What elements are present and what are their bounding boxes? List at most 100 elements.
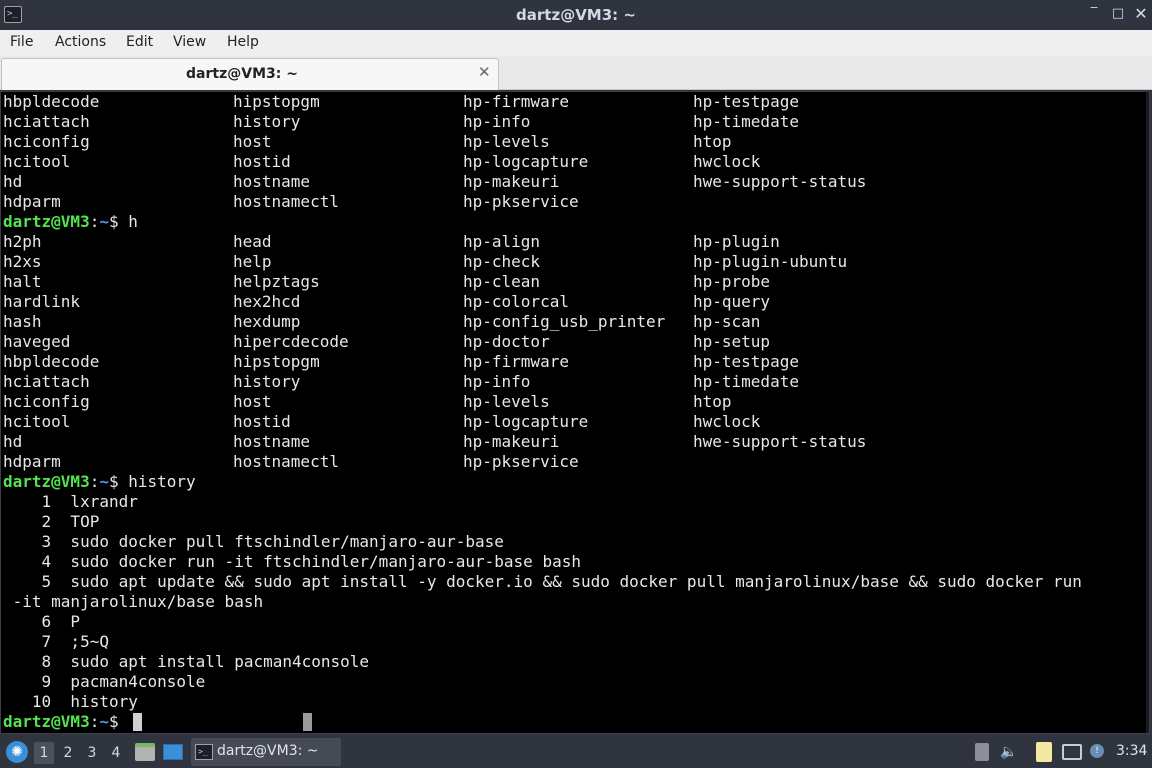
close-button[interactable]: ✕ <box>1131 4 1151 24</box>
menu-view[interactable]: View <box>173 34 206 50</box>
completion-item: hipercdecode <box>233 332 349 351</box>
completion-item: hd <box>3 432 23 451</box>
prompt-symbol: $ <box>108 712 129 731</box>
lubuntu-logo-icon[interactable]: ✺ <box>6 741 28 763</box>
completion-item: hd <box>3 172 23 191</box>
history-entry: 7 ;5~Q <box>3 632 109 651</box>
completion-item: hostname <box>233 172 311 191</box>
completion-item: hp-firmware <box>463 92 569 111</box>
completion-item: hp-timedate <box>693 112 799 131</box>
prompt-user: dartz@VM3 <box>3 712 90 731</box>
tab-label: dartz@VM3: ~ <box>186 66 298 82</box>
menu-bar: File Actions Edit View Help <box>0 30 1152 56</box>
history-entry: 2 TOP <box>3 512 100 531</box>
history-entry: 1 lxrandr <box>3 492 138 511</box>
completion-item: hp-colorcal <box>463 292 569 311</box>
minimize-button[interactable]: ‾ <box>1084 4 1104 24</box>
prompt-path: ~ <box>99 472 109 491</box>
terminal-output[interactable]: hbpldecode hipstopgm hp-firmware hp-testpag… <box>0 91 1150 734</box>
completion-item: hp-plugin <box>693 232 780 251</box>
task-label: dartz@VM3: ~ <box>217 743 319 759</box>
completion-item: htop <box>693 132 732 151</box>
completion-item: hcitool <box>3 412 71 431</box>
keyboard-icon[interactable] <box>975 743 989 761</box>
completion-item: hex2hcd <box>233 292 301 311</box>
notes-icon[interactable] <box>1036 742 1052 762</box>
network-icon[interactable] <box>1062 744 1082 760</box>
completion-item: head <box>233 232 272 251</box>
command-text: h <box>128 212 138 231</box>
completion-item: hwclock <box>693 152 761 171</box>
completion-item: hp-setup <box>693 332 771 351</box>
menu-file[interactable]: File <box>10 34 33 50</box>
completion-item: hbpldecode <box>3 352 100 371</box>
completion-item: hciconfig <box>3 132 90 151</box>
completion-item: hp-clean <box>463 272 541 291</box>
mouse-cursor-block <box>303 713 312 731</box>
completion-item: hp-check <box>463 252 541 271</box>
updates-icon[interactable]: ! <box>1090 744 1104 758</box>
menu-edit[interactable]: Edit <box>126 34 153 50</box>
show-desktop-icon[interactable] <box>163 744 183 760</box>
prompt-line: dartz@VM3:~$ <box>3 712 128 732</box>
file-manager-icon[interactable] <box>135 743 155 761</box>
window-title-bar: >_ dartz@VM3: ~ ‾ □ ✕ <box>0 0 1152 30</box>
completion-item: hp-query <box>693 292 771 311</box>
completion-item: hp-scan <box>693 312 761 331</box>
completion-item: hp-probe <box>693 272 771 291</box>
completion-item: hciconfig <box>3 392 90 411</box>
completion-item: hp-pkservice <box>463 192 579 211</box>
completion-item: halt <box>3 272 42 291</box>
completion-item: hostid <box>233 412 291 431</box>
taskbar-task-terminal[interactable]: >_ dartz@VM3: ~ <box>191 738 341 766</box>
completion-item: hbpldecode <box>3 92 100 111</box>
clock[interactable]: 3:34 <box>1116 743 1147 759</box>
tab-close-icon[interactable]: ✕ <box>478 63 491 81</box>
menu-actions[interactable]: Actions <box>55 34 106 50</box>
volume-icon[interactable]: 🔈 <box>1000 743 1018 761</box>
terminal-icon: >_ <box>195 744 213 760</box>
completion-item: host <box>233 132 272 151</box>
completion-item: hwe-support-status <box>693 172 867 191</box>
workspace-3[interactable]: 3 <box>82 742 102 764</box>
completion-item: hp-levels <box>463 392 550 411</box>
prompt-separator: : <box>89 712 100 731</box>
prompt-line: dartz@VM3:~$ h <box>3 212 138 232</box>
completion-item: hp-config_usb_printer <box>463 312 666 331</box>
history-entry: 8 sudo apt install pacman4console <box>3 652 370 671</box>
completion-item: hp-logcapture <box>463 412 589 431</box>
completion-item: hardlink <box>3 292 81 311</box>
workspace-4[interactable]: 4 <box>106 742 126 764</box>
completion-item: hostnamectl <box>233 452 339 471</box>
completion-item: host <box>233 392 272 411</box>
menu-help[interactable]: Help <box>227 34 259 50</box>
completion-item: hdparm <box>3 192 61 211</box>
completion-item: hp-info <box>463 372 531 391</box>
completion-item: hp-testpage <box>693 352 799 371</box>
prompt-user: dartz@VM3 <box>3 212 90 231</box>
window-title: dartz@VM3: ~ <box>516 6 636 24</box>
tab-bar: dartz@VM3: ~ ✕ <box>0 56 1152 90</box>
completion-item: hciattach <box>3 372 90 391</box>
workspace-1[interactable]: 1 <box>34 742 54 764</box>
completion-item: haveged <box>3 332 71 351</box>
completion-item: hp-levels <box>463 132 550 151</box>
maximize-button[interactable]: □ <box>1108 4 1128 24</box>
completion-item: htop <box>693 392 732 411</box>
tab-terminal[interactable]: dartz@VM3: ~ ✕ <box>1 58 499 90</box>
completion-item: hp-info <box>463 112 531 131</box>
completion-item: hp-plugin-ubuntu <box>693 252 848 271</box>
history-entry: 5 sudo apt update && sudo apt install -y… <box>3 572 1082 591</box>
history-entry: -it manjarolinux/base bash <box>3 592 264 611</box>
completion-item: hdparm <box>3 452 61 471</box>
completion-item: hostid <box>233 152 291 171</box>
terminal-scrollbar[interactable] <box>1146 92 1149 733</box>
terminal-cursor <box>133 713 142 731</box>
workspace-2[interactable]: 2 <box>58 742 78 764</box>
history-entry: 6 P <box>3 612 81 631</box>
completion-item: help <box>233 252 272 271</box>
completion-item: history <box>233 372 301 391</box>
completion-item: hostname <box>233 432 311 451</box>
completion-item: hp-logcapture <box>463 152 589 171</box>
prompt-symbol: $ <box>108 212 129 231</box>
